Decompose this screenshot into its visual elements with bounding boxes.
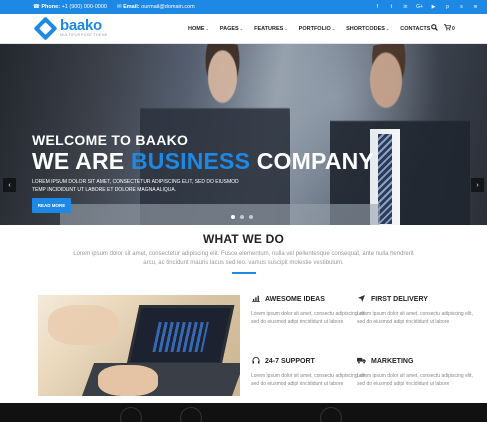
bottom-section-band — [0, 403, 487, 422]
nav-contacts[interactable]: CONTACTS — [400, 26, 430, 32]
slider-dot-3[interactable] — [249, 215, 253, 219]
read-more-button[interactable]: READ MORE — [32, 198, 71, 213]
slider-prev-arrow[interactable]: ‹ — [3, 178, 16, 192]
laptop-image-screen — [126, 305, 235, 365]
cart-count: 0 — [452, 25, 455, 32]
laptop-image-chart — [152, 322, 209, 352]
slider-dot-1[interactable] — [231, 215, 235, 219]
chevron-down-icon: ⌄ — [284, 26, 288, 31]
phone-info: ☎ Phone: +1 (900) 000-0000 — [33, 4, 107, 10]
nav-portfolio-label: PORTFOLIO — [298, 26, 331, 32]
hero-headline-accent: BUSINESS — [130, 148, 251, 174]
feature-title: AWESOME IDEAS — [265, 296, 325, 303]
facebook-icon[interactable]: f — [374, 3, 381, 10]
logo-tagline: MULTIPURPOSE THEME — [60, 33, 108, 37]
site-header: baako MULTIPURPOSE THEME HOME⌄ PAGES⌄ FE… — [0, 14, 487, 44]
hero-subtitle: LOREM IPSUM DOLOR SIT AMET, CONSECTETUR … — [32, 179, 239, 193]
phone-icon: ☎ — [33, 4, 40, 10]
phone-label: Phone: — [41, 4, 61, 10]
slider-next-arrow[interactable]: › — [471, 178, 484, 192]
feature-support: 24-7 SUPPORT Lorem ipsum dolor sit amet,… — [251, 357, 371, 388]
chevron-down-icon: ⌄ — [239, 26, 244, 31]
top-bar: ☎ Phone: +1 (900) 000-0000 ✉ Email: ourm… — [0, 0, 487, 14]
decorative-shape — [320, 407, 342, 422]
email-icon: ✉ — [116, 4, 122, 10]
chevron-down-icon: ⌄ — [205, 26, 209, 31]
rss-icon[interactable]: ≋ — [472, 3, 479, 10]
nav-features-label: FEATURES — [254, 26, 284, 32]
youtube-icon[interactable]: ▶ — [430, 3, 437, 10]
feature-title: FIRST DELIVERY — [371, 296, 428, 303]
feature-heading: FIRST DELIVERY — [357, 295, 477, 304]
logo-icon — [33, 15, 58, 41]
laptop-image-hand — [48, 305, 118, 345]
feature-heading: MARKETING — [357, 357, 477, 366]
truck-icon — [357, 357, 366, 366]
cart-button[interactable]: 0 — [444, 24, 455, 33]
feature-awesome-ideas: AWESOME IDEAS Lorem ipsum dolor sit amet… — [251, 295, 371, 326]
twitter-icon[interactable]: t — [388, 3, 395, 10]
pinterest-icon[interactable]: p — [444, 3, 451, 10]
nav-pages-label: PAGES — [219, 26, 239, 32]
bar-chart-icon — [251, 295, 260, 304]
search-icon[interactable] — [431, 24, 438, 33]
hero-headline-part2: COMPANY — [256, 148, 374, 174]
email-info: ✉ Email: ourmail@domain.com — [117, 4, 195, 10]
nav-home-label: HOME — [188, 26, 205, 32]
hero-headline-part1: WE ARE — [32, 148, 125, 174]
decorative-shape — [120, 407, 142, 422]
feature-heading: AWESOME IDEAS — [251, 295, 371, 304]
feature-text: Lorem ipsum dolor sit amet, consectu adi… — [357, 373, 473, 387]
feature-marketing: MARKETING Lorem ipsum dolor sit amet, co… — [357, 357, 477, 388]
slider-dot-2[interactable] — [240, 215, 244, 219]
contact-info: ☎ Phone: +1 (900) 000-0000 ✉ Email: ourm… — [33, 4, 195, 10]
linkedin-icon[interactable]: in — [402, 3, 409, 10]
feature-text: Lorem ipsum dolor sit amet, consectu adi… — [357, 311, 473, 325]
feature-heading: 24-7 SUPPORT — [251, 357, 371, 366]
hero-welcome: WELCOME TO BAAKO — [32, 132, 189, 148]
hero-headline: WE ARE BUSINESS COMPANY — [32, 148, 374, 175]
feature-title: 24-7 SUPPORT — [265, 358, 315, 365]
feature-first-delivery: FIRST DELIVERY Lorem ipsum dolor sit ame… — [357, 295, 477, 326]
phone-number[interactable]: +1 (900) 000-0000 — [62, 4, 107, 10]
logo-text: baako MULTIPURPOSE THEME — [60, 17, 108, 37]
section-description: Lorem ipsum dolor sit amet, consectetur … — [73, 251, 414, 266]
chevron-down-icon: ⌄ — [385, 26, 390, 31]
email-address[interactable]: ourmail@domain.com — [141, 4, 195, 10]
google-plus-icon[interactable]: G+ — [416, 3, 423, 10]
chevron-left-icon: ‹ — [8, 181, 11, 189]
decorative-shape — [180, 407, 202, 422]
skype-icon[interactable]: s — [458, 3, 465, 10]
laptop-image — [38, 295, 240, 396]
logo-name: baako — [60, 17, 102, 34]
hero-slider: WELCOME TO BAAKO WE ARE BUSINESS COMPANY… — [0, 44, 487, 225]
nav-shortcodes-label: SHORTCODES — [346, 26, 385, 32]
feature-text: Lorem ipsum dolor sit amet, consectu adi… — [251, 311, 367, 325]
hero-photo-person-right — [330, 44, 470, 225]
nav-portfolio[interactable]: PORTFOLIO⌄ — [299, 26, 335, 32]
cart-icon — [444, 24, 452, 33]
nav-shortcodes[interactable]: SHORTCODES⌄ — [346, 26, 389, 32]
paper-plane-icon — [357, 295, 366, 304]
main-nav: HOME⌄ PAGES⌄ FEATURES⌄ PORTFOLIO⌄ SHORTC… — [188, 26, 441, 32]
section-divider — [232, 272, 256, 274]
nav-contacts-label: CONTACTS — [400, 26, 431, 32]
nav-features[interactable]: FEATURES⌄ — [254, 26, 288, 32]
feature-title: MARKETING — [371, 358, 414, 365]
feature-text: Lorem ipsum dolor sit amet, consectu adi… — [251, 373, 367, 387]
headphones-icon — [251, 357, 260, 366]
chevron-down-icon: ⌄ — [331, 26, 336, 31]
social-links: f t in G+ ▶ p s ≋ — [374, 3, 479, 10]
email-label: Email: — [123, 4, 140, 10]
laptop-image-hand-typing — [98, 365, 158, 396]
nav-pages[interactable]: PAGES⌄ — [220, 26, 243, 32]
section-title: WHAT WE DO — [202, 232, 285, 246]
chevron-right-icon: › — [476, 181, 479, 189]
logo[interactable]: baako MULTIPURPOSE THEME — [33, 15, 108, 41]
hero-photo-tie — [378, 134, 392, 224]
header-actions: 0 — [431, 24, 455, 33]
nav-home[interactable]: HOME⌄ — [188, 26, 209, 32]
slider-dots — [231, 215, 253, 219]
hero-photo-table — [60, 204, 380, 225]
